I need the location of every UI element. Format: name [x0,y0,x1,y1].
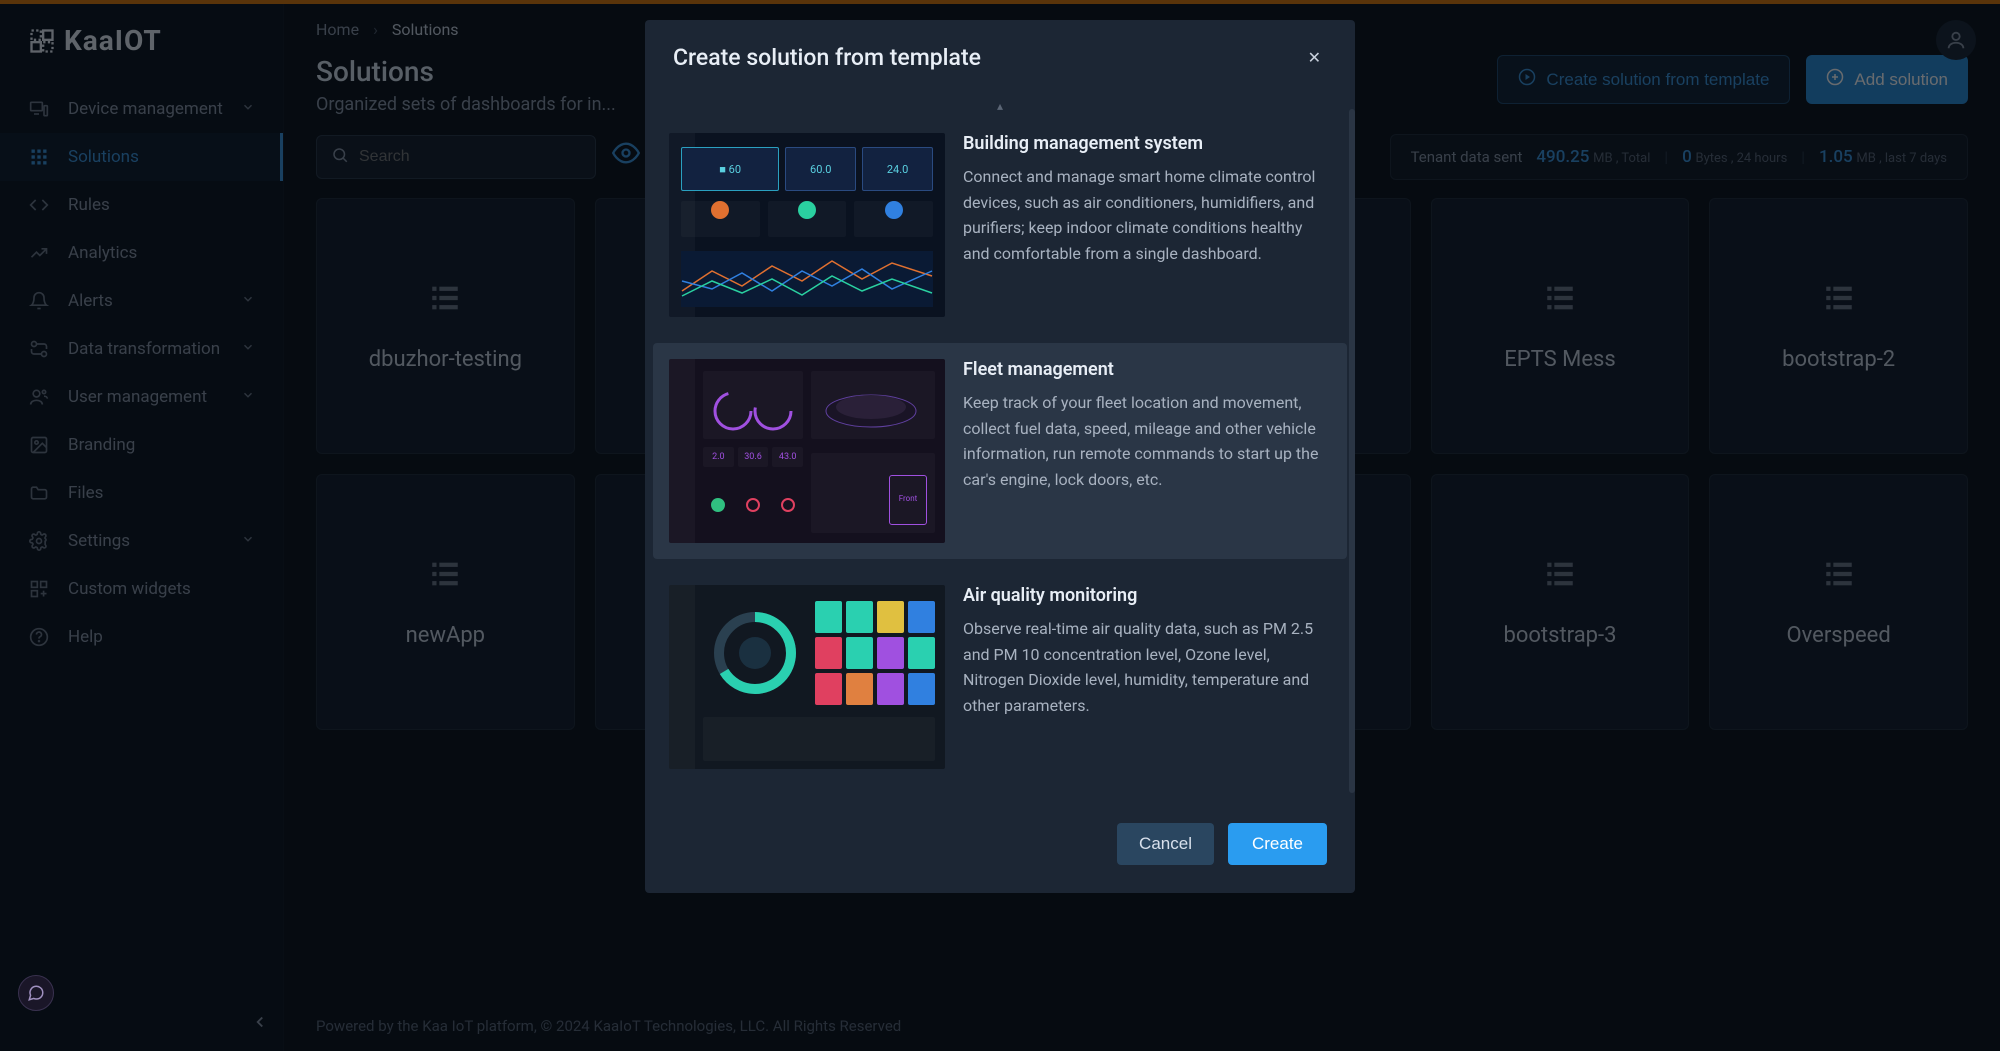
template-thumbnail: 2.030.643.0 Front [669,359,945,543]
template-title: Fleet management [963,359,1327,380]
template-thumbnail: ■ 6060.024.0 [669,133,945,317]
template-description: Keep track of your fleet location and mo… [963,390,1327,492]
modal-scrollbar[interactable] [1349,109,1355,793]
modal-cancel-button[interactable]: Cancel [1117,823,1214,865]
template-description: Connect and manage smart home climate co… [963,164,1327,266]
template-thumbnail [669,585,945,769]
template-option[interactable]: ■ 6060.024.0 Building management system … [653,117,1347,333]
modal-overlay[interactable]: Create solution from template ✕ ▴ ■ 6060… [0,0,2000,1051]
template-title: Air quality monitoring [963,585,1327,606]
template-title: Building management system [963,133,1327,154]
template-option[interactable]: 2.030.643.0 Front Fleet management Keep … [653,343,1347,559]
modal-create-button[interactable]: Create [1228,823,1327,865]
modal-close-button[interactable]: ✕ [1302,44,1327,71]
scroll-up-indicator: ▴ [653,99,1347,117]
template-option[interactable]: Air quality monitoring Observe real-time… [653,569,1347,785]
chat-support-button[interactable] [18,975,54,1011]
create-solution-modal: Create solution from template ✕ ▴ ■ 6060… [645,20,1355,893]
modal-title: Create solution from template [673,44,981,71]
template-description: Observe real-time air quality data, such… [963,616,1327,718]
